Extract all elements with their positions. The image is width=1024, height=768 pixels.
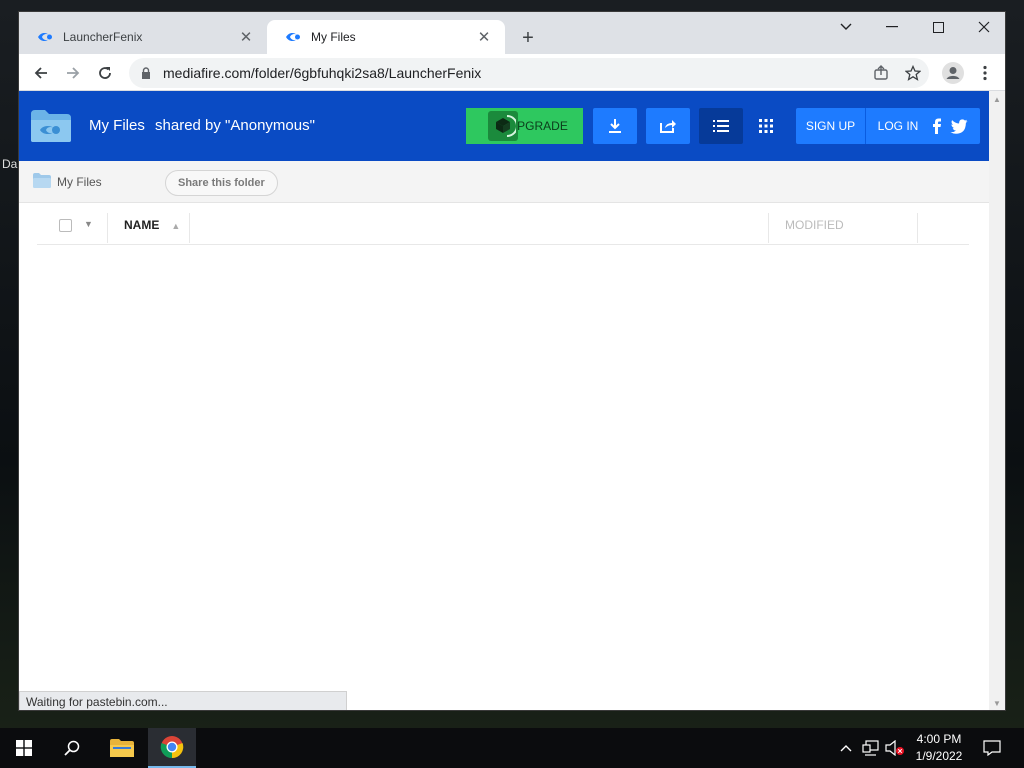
tab-close-icon[interactable]: ✕ [475,28,493,46]
list-view-button[interactable] [699,108,743,144]
tab-close-icon[interactable]: ✕ [237,28,255,46]
sort-ascending-icon: ▲ [171,221,181,231]
folder-logo-icon[interactable] [29,108,73,144]
file-list-header: ▼ NAME ▲ MODIFIED [37,203,969,245]
close-window-button[interactable] [961,12,1005,42]
chrome-taskbar-button[interactable] [148,728,196,768]
share-page-icon[interactable] [867,59,895,87]
modified-column-header[interactable]: MODIFIED [785,218,844,232]
system-clock[interactable]: 4:00 PM 1/9/2022 [906,731,972,765]
show-hidden-icons-icon[interactable] [836,728,856,768]
address-bar[interactable]: mediafire.com/folder/6gbfuhqki2sa8/Launc… [129,58,929,88]
tab-my-files[interactable]: My Files ✕ [267,20,505,54]
new-tab-button[interactable]: + [515,25,541,51]
name-column-header[interactable]: NAME ▲ [124,218,180,232]
back-arrow-icon[interactable] [27,59,55,87]
upgrade-button[interactable]: PGRADE [466,108,583,144]
column-divider [917,213,918,243]
menu-kebab-icon[interactable] [971,59,999,87]
tab-title: My Files [311,30,356,44]
notifications-icon[interactable] [980,728,1004,768]
sign-up-button[interactable]: SIGN UP [796,108,866,144]
search-icon [64,740,80,756]
list-view-icon [713,120,729,132]
folder-toolbar: My Files Share this folder [19,161,989,203]
twitter-icon[interactable] [950,118,968,134]
share-button[interactable] [646,108,690,144]
facebook-icon[interactable] [930,118,944,134]
lock-icon [139,67,153,79]
browser-window: LauncherFenix ✕ My Files ✕ + mediafire.c… [18,11,1006,711]
taskbar: 4:00 PM 1/9/2022 [0,728,1024,768]
social-login [930,118,968,134]
profile-avatar-icon[interactable] [939,59,967,87]
scroll-down-icon[interactable]: ▼ [993,699,1001,708]
page-title: My Files shared by "Anonymous" [89,117,315,134]
upgrade-label: PGRADE [517,119,568,133]
volume-muted-icon[interactable] [884,728,906,768]
mediafire-favicon-icon [37,29,53,45]
status-bubble: Waiting for pastebin.com... [19,691,347,710]
clock-date: 1/9/2022 [915,749,963,763]
maximize-button[interactable] [915,12,961,42]
name-column-label: NAME [124,218,160,232]
download-icon [609,119,621,133]
log-in-button[interactable]: LOG IN [866,108,930,144]
address-text: mediafire.com/folder/6gbfuhqki2sa8/Launc… [163,65,482,81]
folder-title: My Files [89,117,145,134]
breadcrumb[interactable]: My Files [33,173,102,191]
desktop-icon-label[interactable]: Da [2,157,17,171]
download-button[interactable] [593,108,637,144]
file-explorer-icon [110,739,134,757]
mediafire-header: My Files shared by "Anonymous" PGRADE SI… [19,91,989,161]
start-button[interactable] [0,728,48,768]
windows-icon [16,740,32,756]
tab-search-icon[interactable] [823,12,869,42]
select-dropdown-icon[interactable]: ▼ [84,219,93,229]
scroll-up-icon[interactable]: ▲ [993,95,1001,104]
select-all-checkbox[interactable] [59,219,72,232]
file-explorer-button[interactable] [98,728,146,768]
folder-icon [33,173,51,191]
shared-by-label: shared by "Anonymous" [155,117,315,134]
chrome-icon [160,736,184,759]
share-folder-button[interactable]: Share this folder [165,170,278,196]
minimize-button[interactable] [869,12,915,42]
tab-strip: LauncherFenix ✕ My Files ✕ + [19,12,1005,54]
mediafire-favicon-icon [285,29,301,45]
grid-view-icon [759,119,773,133]
share-icon [660,120,676,133]
browser-toolbar: mediafire.com/folder/6gbfuhqki2sa8/Launc… [19,54,1005,91]
tab-launcherfenix[interactable]: LauncherFenix ✕ [19,20,267,54]
column-divider [768,213,769,243]
bookmark-star-icon[interactable] [899,59,927,87]
vertical-scrollbar[interactable]: ▲ ▼ [989,91,1005,710]
tab-title: LauncherFenix [63,30,143,44]
page-viewport: My Files shared by "Anonymous" PGRADE SI… [19,91,1005,710]
column-divider [107,213,108,243]
network-icon[interactable] [860,728,882,768]
clock-time: 4:00 PM [916,732,962,746]
forward-arrow-icon[interactable] [59,59,87,87]
column-divider [189,213,190,243]
auth-buttons: SIGN UP LOG IN [796,108,980,144]
breadcrumb-label: My Files [57,175,102,189]
search-button[interactable] [48,728,96,768]
grid-view-button[interactable] [744,108,788,144]
reload-icon[interactable] [91,59,119,87]
loading-spinner-icon [488,111,518,141]
